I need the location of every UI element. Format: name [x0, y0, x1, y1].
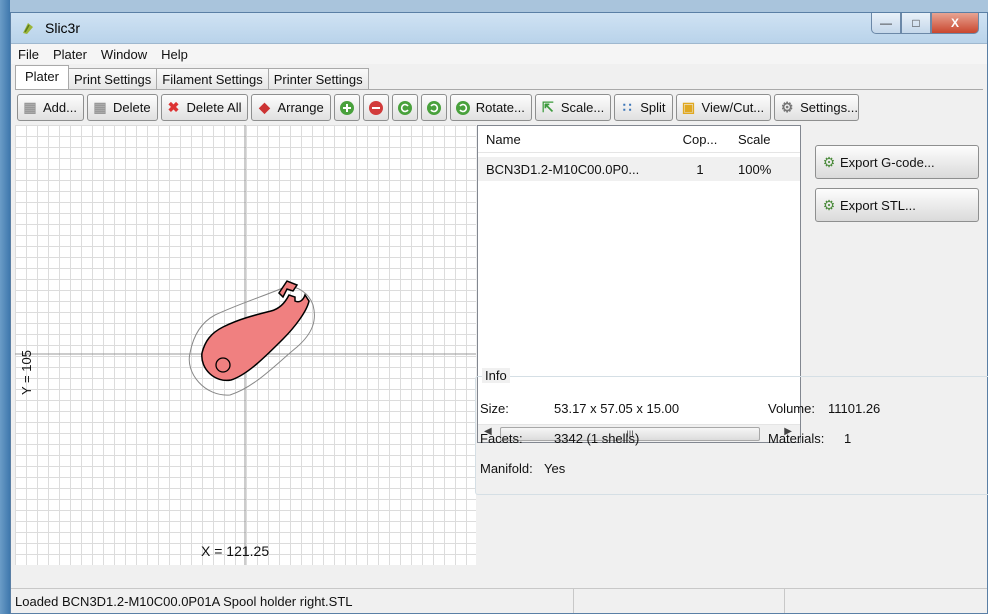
desktop-left — [0, 0, 10, 614]
plus-icon — [338, 99, 356, 117]
rotate-right-icon — [425, 99, 443, 117]
list-item[interactable]: BCN3D1.2-M10C00.0P0... 1 100% — [478, 157, 800, 181]
delete-label: Delete — [112, 100, 151, 115]
list-header: Name Cop... Scale — [478, 126, 800, 153]
scale-button[interactable]: ⇱ Scale... — [534, 94, 612, 121]
volume-label: Volume: — [768, 401, 815, 416]
menu-window[interactable]: Window — [94, 47, 154, 62]
rotate-button[interactable]: Rotate... — [449, 94, 532, 121]
delete-button[interactable]: ▦ Delete — [86, 94, 158, 121]
maximize-button[interactable]: □ — [901, 13, 931, 34]
materials-value: 1 — [844, 431, 852, 446]
app-window: Slic3r — □ X File Plater Window Help Pla… — [10, 12, 988, 614]
minus-icon — [367, 99, 385, 117]
gear-icon: ⚙ — [780, 99, 794, 115]
delete-object-icon: ▦ — [93, 99, 107, 115]
add-object-icon: ▦ — [23, 99, 37, 115]
settings-label: Settings... — [800, 100, 858, 115]
desktop-top — [0, 0, 988, 12]
minimize-button[interactable]: — — [871, 13, 901, 34]
arrange-icon: ◆ — [259, 99, 270, 115]
scale-icon: ⇱ — [541, 99, 554, 115]
export-gcode-button[interactable]: ⚙ Export G-code... — [815, 145, 979, 179]
size-value: 53.17 x 57.05 x 15.00 — [554, 401, 680, 416]
manifold-label: Manifold: — [480, 461, 533, 476]
facets-value: 3342 (1 shells) — [554, 431, 640, 446]
object-name: BCN3D1.2-M10C00.0P0... — [486, 161, 640, 177]
tab-printer-settings[interactable]: Printer Settings — [267, 68, 369, 90]
status-bar: Loaded BCN3D1.2-M10C00.0P01A Spool holde… — [11, 588, 987, 613]
slic3r-logo-icon — [23, 23, 33, 34]
split-label: Split — [640, 100, 666, 115]
facets-label: Facets: — [480, 431, 523, 446]
plater-canvas[interactable]: Y = 105 X = 121.25 — [15, 125, 476, 565]
size-label: Size: — [480, 401, 509, 416]
bed-preview — [15, 125, 476, 565]
info-box: Info Size: 53.17 x 57.05 x 15.00 Volume:… — [475, 368, 988, 495]
x-coordinate-label: X = 121.25 — [201, 543, 270, 559]
y-coordinate-label: Y = 105 — [19, 350, 34, 395]
rotate-left-icon — [396, 99, 414, 117]
export-stl-label: Export STL... — [840, 197, 916, 213]
tab-filament-settings[interactable]: Filament Settings — [156, 68, 269, 90]
delete-all-label: Delete All — [186, 100, 242, 115]
view-cut-label: View/Cut... — [701, 100, 765, 115]
tab-print-settings[interactable]: Print Settings — [67, 68, 158, 90]
model-object[interactable] — [201, 293, 310, 382]
delete-all-icon: ✖ — [167, 99, 180, 115]
close-button[interactable]: X — [931, 13, 979, 34]
settings-button[interactable]: ⚙ Settings... — [774, 94, 859, 121]
window-title: Slic3r — [45, 20, 81, 36]
volume-value: 11101.26 — [828, 401, 881, 416]
package-icon: ▣ — [681, 99, 696, 115]
status-message: Loaded BCN3D1.2-M10C00.0P01A Spool holde… — [11, 589, 574, 613]
export-gear-icon: ⚙ — [822, 153, 836, 170]
maximize-icon: □ — [912, 16, 920, 30]
plater-panel: ▦ Add... ▦ Delete ✖ Delete All ◆ Arrange Rot… — [15, 89, 983, 587]
rotate-cw-button[interactable] — [420, 94, 447, 121]
tab-plater[interactable]: Plater — [15, 65, 69, 90]
split-icon: ∷ — [622, 99, 632, 115]
object-copies: 1 — [696, 161, 704, 177]
arrange-label: Arrange — [277, 100, 324, 115]
menu-help[interactable]: Help — [154, 47, 195, 62]
export-stl-gear-icon: ⚙ — [822, 196, 836, 213]
delete-all-button[interactable]: ✖ Delete All — [160, 94, 249, 121]
view-cut-button[interactable]: ▣ View/Cut... — [675, 94, 772, 121]
object-scale: 100% — [738, 161, 772, 177]
minimize-icon: — — [880, 16, 892, 30]
scale-label: Scale... — [560, 100, 605, 115]
title-bar: Slic3r — □ X — [11, 13, 987, 44]
decrease-copies-button[interactable] — [362, 94, 389, 121]
column-name[interactable]: Name — [478, 132, 666, 147]
increase-copies-button[interactable] — [333, 94, 360, 121]
model-object-hook — [278, 280, 299, 299]
column-scale[interactable]: Scale — [734, 132, 800, 147]
tab-bar: Plater Print Settings Filament Settings … — [15, 65, 369, 90]
status-pane — [574, 589, 785, 613]
rotate-ccw-button[interactable] — [391, 94, 418, 121]
add-label: Add... — [43, 100, 77, 115]
rotate-label: Rotate... — [475, 100, 525, 115]
arrange-button[interactable]: ◆ Arrange — [251, 94, 331, 121]
close-icon: X — [950, 16, 959, 30]
rotate-icon — [454, 99, 472, 117]
info-legend: Info — [482, 368, 510, 383]
plater-toolbar: ▦ Add... ▦ Delete ✖ Delete All ◆ Arrange Rot… — [17, 94, 983, 121]
menu-plater[interactable]: Plater — [46, 47, 94, 62]
column-copies[interactable]: Cop... — [666, 132, 734, 147]
manifold-value: Yes — [544, 461, 566, 476]
export-stl-button[interactable]: ⚙ Export STL... — [815, 188, 979, 222]
menu-file[interactable]: File — [11, 47, 46, 62]
menu-bar: File Plater Window Help — [11, 44, 987, 64]
materials-label: Materials: — [768, 431, 825, 446]
add-button[interactable]: ▦ Add... — [17, 94, 84, 121]
export-gcode-label: Export G-code... — [840, 154, 935, 170]
split-button[interactable]: ∷ Split — [614, 94, 673, 121]
